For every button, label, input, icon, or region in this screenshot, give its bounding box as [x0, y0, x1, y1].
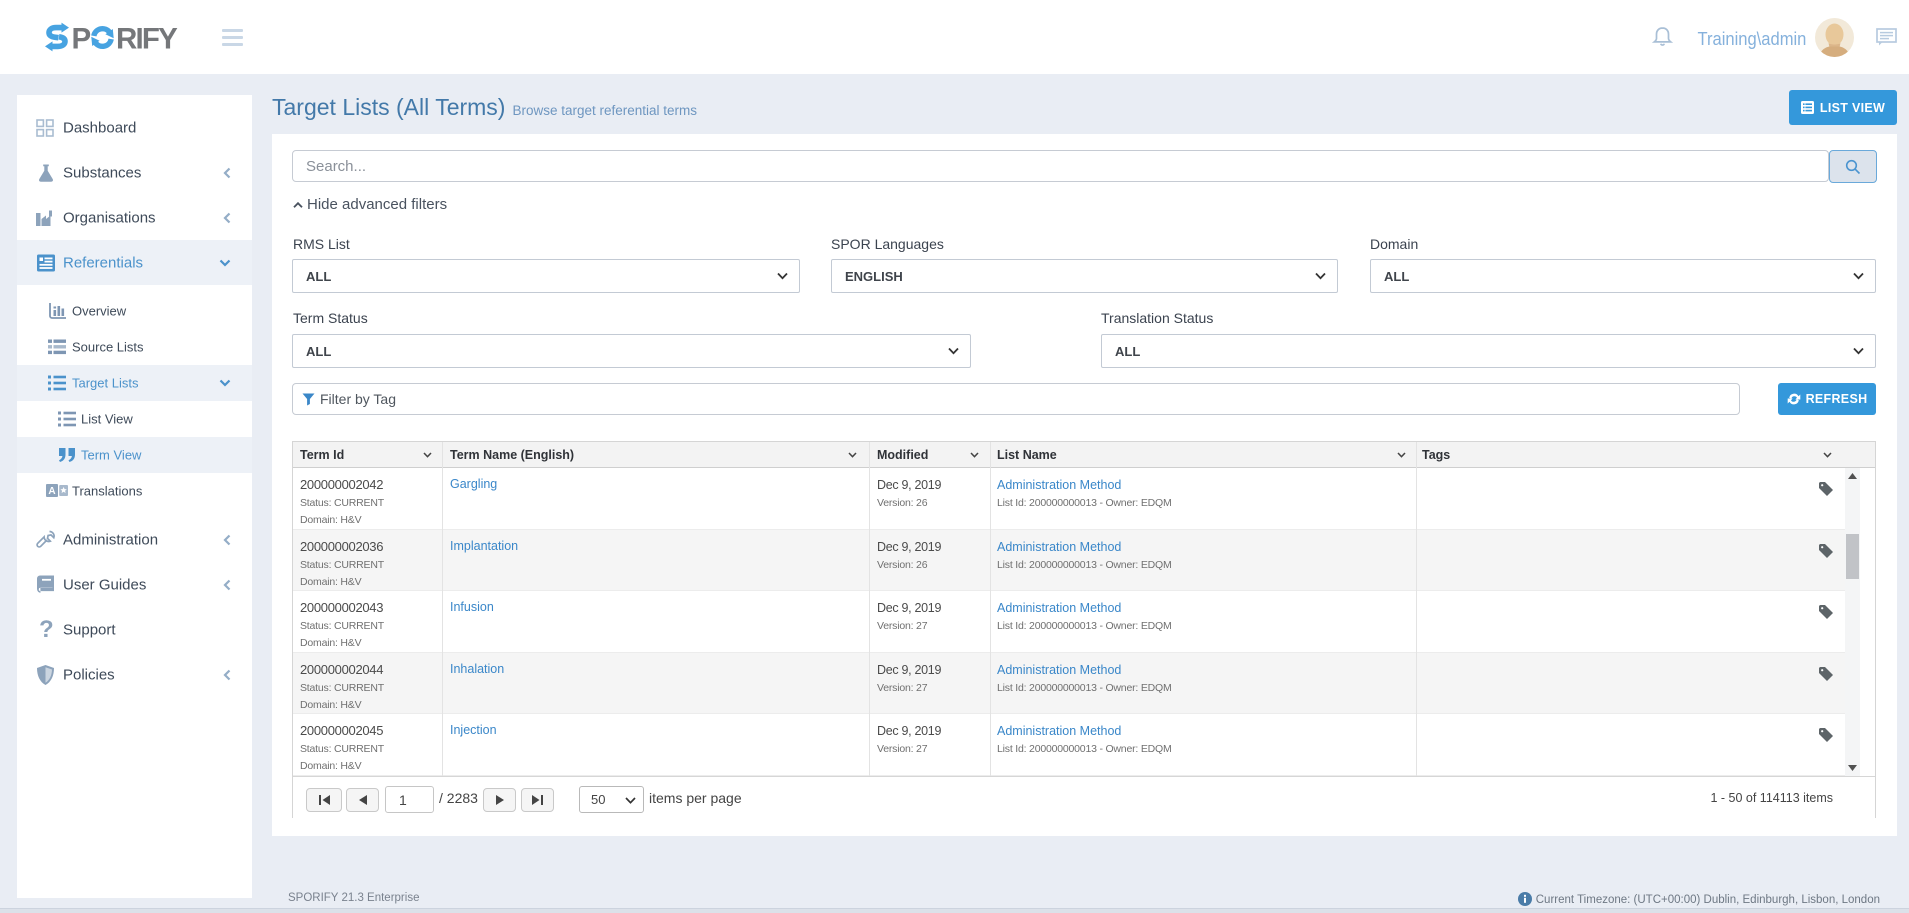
svg-text:A: A: [48, 486, 55, 497]
svg-text:P: P: [72, 23, 92, 56]
svg-text:RIFY: RIFY: [116, 23, 178, 56]
